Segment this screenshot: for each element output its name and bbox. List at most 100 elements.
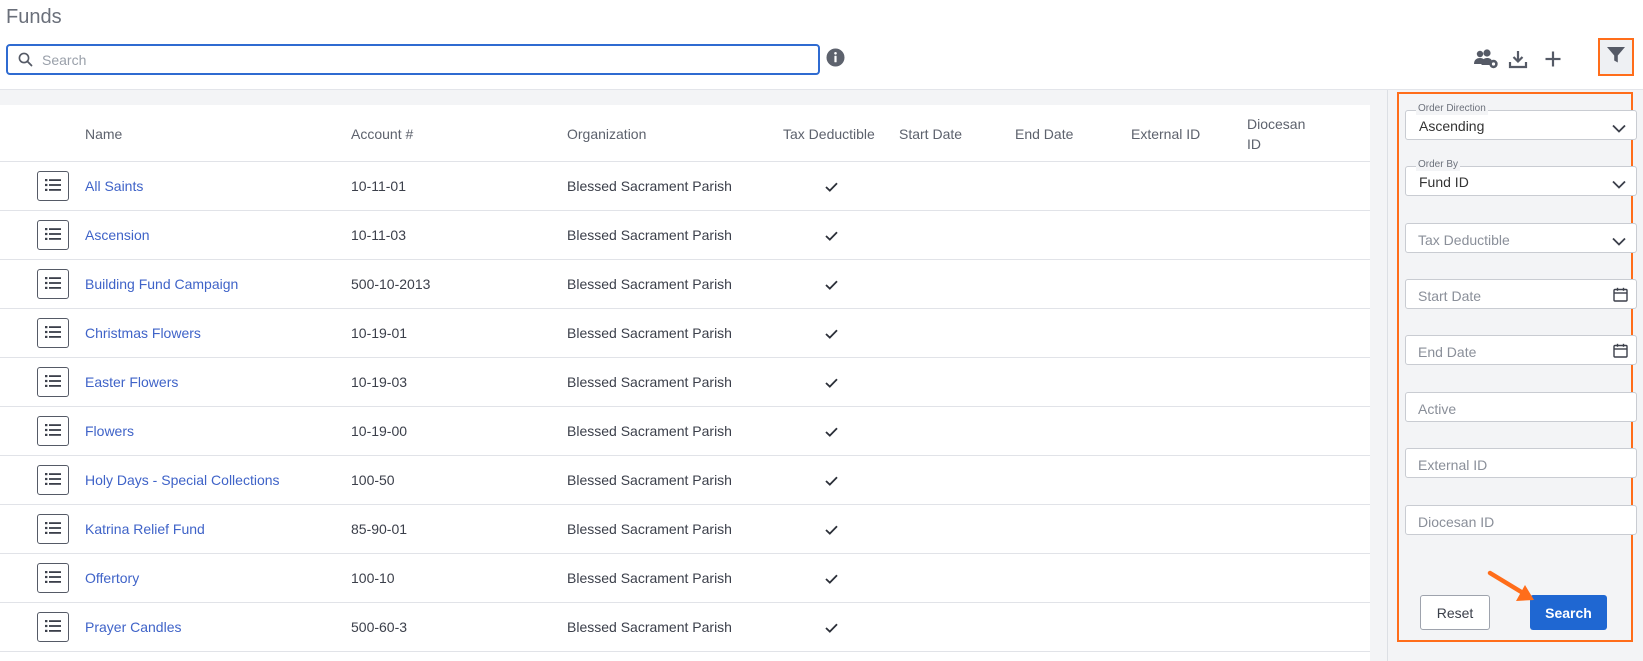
search-box[interactable]	[6, 44, 820, 75]
diocesan-id-placeholder: Diocesan ID	[1418, 514, 1495, 530]
account-number: 100-10	[351, 570, 395, 586]
list-icon	[45, 178, 61, 194]
table-row: Christmas Flowers 10-19-01 Blessed Sacrame…	[0, 309, 1370, 358]
organization: Blessed Sacrament Parish	[567, 276, 732, 292]
tax-deductible-select[interactable]: Tax Deductible	[1405, 223, 1637, 253]
check-icon	[825, 227, 838, 245]
search-input[interactable]	[42, 49, 812, 70]
manage-users-button[interactable]	[1469, 44, 1503, 78]
order-by-value: Fund ID	[1419, 174, 1469, 190]
list-icon	[45, 570, 61, 586]
fund-name-link[interactable]: Offertory	[85, 569, 139, 587]
column-header-tax-deductible[interactable]: Tax Deductible	[783, 124, 875, 144]
annotation-arrow-icon	[1487, 570, 1537, 609]
list-icon	[45, 276, 61, 292]
funds-table: Name Account # Organization Tax Deductib…	[0, 105, 1370, 661]
fund-name-link[interactable]: All Saints	[85, 177, 143, 195]
column-header-name[interactable]: Name	[85, 124, 122, 144]
organization: Blessed Sacrament Parish	[567, 619, 732, 635]
check-icon	[825, 570, 838, 588]
organization: Blessed Sacrament Parish	[567, 472, 732, 488]
table-row: Holy Days - Special Collections 100-50 Ble…	[0, 456, 1370, 505]
row-menu-button[interactable]	[37, 367, 69, 397]
calendar-icon[interactable]	[1613, 287, 1628, 307]
chevron-down-icon	[1612, 120, 1626, 138]
funds-page: Funds Search Name Account # Organization…	[0, 0, 1643, 661]
check-icon	[825, 423, 838, 441]
account-number: 10-19-00	[351, 423, 408, 439]
order-direction-select[interactable]: Order Direction Ascending	[1405, 103, 1637, 140]
order-by-label: Order By	[1416, 159, 1461, 171]
reset-button[interactable]: Reset	[1420, 595, 1490, 630]
column-header-external-id[interactable]: External ID	[1131, 124, 1200, 144]
row-menu-button[interactable]	[37, 220, 69, 250]
row-menu-button[interactable]	[37, 465, 69, 495]
search-icon	[18, 52, 33, 72]
order-direction-label: Order Direction	[1416, 103, 1488, 115]
external-id-placeholder: External ID	[1418, 457, 1488, 473]
table-row: Ascension 10-11-03 Blessed Sacrament Paris…	[0, 211, 1370, 260]
info-icon[interactable]	[826, 48, 845, 72]
active-field[interactable]: Active	[1405, 392, 1637, 422]
account-number: 500-60-3	[351, 619, 408, 635]
column-header-account[interactable]: Account #	[351, 124, 413, 144]
start-date-field[interactable]: Start Date	[1405, 279, 1637, 309]
organization: Blessed Sacrament Parish	[567, 521, 732, 537]
row-menu-button[interactable]	[37, 514, 69, 544]
row-menu-button[interactable]	[37, 318, 69, 348]
external-id-field[interactable]: External ID	[1405, 448, 1637, 478]
organization: Blessed Sacrament Parish	[567, 423, 732, 439]
organization: Blessed Sacrament Parish	[567, 325, 732, 341]
check-icon	[825, 178, 838, 196]
row-menu-button[interactable]	[37, 171, 69, 201]
filter-icon	[1606, 45, 1626, 70]
filter-toggle-button[interactable]	[1598, 38, 1634, 76]
row-menu-button[interactable]	[37, 563, 69, 593]
row-menu-button[interactable]	[37, 416, 69, 446]
fund-name-link[interactable]: Holy Days - Special Collections	[85, 471, 280, 489]
list-icon	[45, 374, 61, 390]
download-icon	[1508, 49, 1528, 74]
fund-name-link[interactable]: Christmas Flowers	[85, 324, 201, 342]
account-number: 10-19-03	[351, 374, 408, 390]
column-header-end-date[interactable]: End Date	[1015, 124, 1073, 144]
download-button[interactable]	[1501, 44, 1535, 78]
fund-name-link[interactable]: Easter Flowers	[85, 373, 178, 391]
active-placeholder: Active	[1418, 401, 1457, 417]
row-menu-button[interactable]	[37, 612, 69, 642]
column-header-start-date[interactable]: Start Date	[899, 124, 962, 144]
account-number: 10-19-01	[351, 325, 408, 341]
account-number: 100-50	[351, 472, 395, 488]
list-icon	[45, 472, 61, 488]
organization: Blessed Sacrament Parish	[567, 178, 732, 194]
check-icon	[825, 276, 838, 294]
sidebar-divider	[1387, 90, 1388, 661]
list-icon	[45, 423, 61, 439]
order-by-select[interactable]: Order By Fund ID	[1405, 159, 1637, 196]
start-date-placeholder: Start Date	[1418, 288, 1482, 304]
check-icon	[825, 521, 838, 539]
fund-name-link[interactable]: Flowers	[85, 422, 134, 440]
diocesan-id-field[interactable]: Diocesan ID	[1405, 505, 1637, 535]
fund-name-link[interactable]: Prayer Candles	[85, 618, 182, 636]
calendar-icon[interactable]	[1613, 343, 1628, 363]
page-header: Funds	[0, 0, 1643, 90]
fund-name-link[interactable]: Katrina Relief Fund	[85, 520, 205, 538]
row-menu-button[interactable]	[37, 269, 69, 299]
column-header-organization[interactable]: Organization	[567, 124, 646, 144]
chevron-down-icon	[1612, 233, 1626, 251]
account-number: 10-11-03	[351, 227, 407, 243]
manage-users-icon	[1473, 48, 1499, 75]
end-date-field[interactable]: End Date	[1405, 335, 1637, 365]
fund-name-link[interactable]: Ascension	[85, 226, 150, 244]
organization: Blessed Sacrament Parish	[567, 570, 732, 586]
check-icon	[825, 325, 838, 343]
column-header-diocesan-id[interactable]: Diocesan ID	[1247, 114, 1319, 154]
order-direction-value: Ascending	[1419, 118, 1485, 134]
fund-name-link[interactable]: Building Fund Campaign	[85, 275, 238, 293]
table-row: Building Fund Campaign 500-10-2013 Blessed…	[0, 260, 1370, 309]
add-fund-button[interactable]	[1536, 44, 1570, 78]
search-button[interactable]: Search	[1530, 595, 1607, 630]
table-row: Flowers 10-19-00 Blessed Sacrament Parish	[0, 407, 1370, 456]
table-row: Katrina Relief Fund 85-90-01 Blessed Sacra…	[0, 505, 1370, 554]
